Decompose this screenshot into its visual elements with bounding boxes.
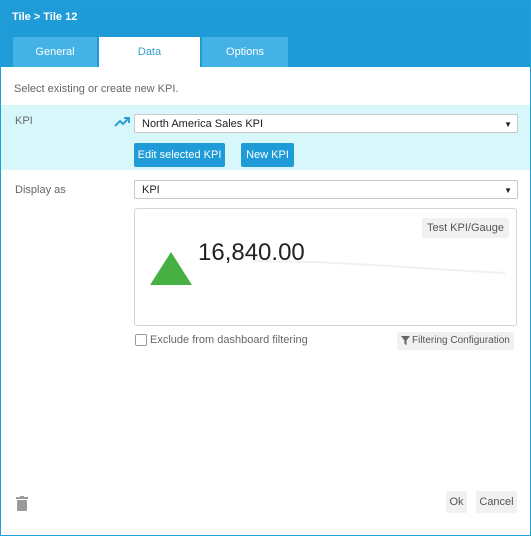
kpi-preview: Test KPI/Gauge 16,840.00 [134, 208, 517, 326]
trend-up-icon [114, 117, 130, 127]
exclude-filtering-label: Exclude from dashboard filtering [150, 334, 308, 346]
chevron-down-icon: ▼ [504, 120, 512, 129]
filtering-configuration-label: Filtering Configuration [412, 335, 510, 346]
dialog-title: Tile > Tile 12 [12, 11, 78, 23]
display-as-select-value: KPI [142, 184, 160, 196]
trash-icon[interactable] [16, 496, 28, 511]
trend-up-triangle-icon [150, 252, 192, 285]
tab-bar: General Data Options [13, 37, 290, 67]
test-kpi-gauge-button[interactable]: Test KPI/Gauge [421, 218, 509, 238]
filter-icon [401, 335, 410, 345]
tab-options[interactable]: Options [202, 37, 288, 67]
intro-text: Select existing or create new KPI. [14, 83, 179, 95]
kpi-select[interactable]: North America Sales KPI ▼ [134, 114, 518, 133]
sparkline [255, 260, 505, 274]
display-as-select[interactable]: KPI ▼ [134, 180, 518, 199]
cancel-button[interactable]: Cancel [476, 491, 517, 513]
tab-data[interactable]: Data [99, 37, 200, 67]
display-as-label: Display as [15, 184, 66, 196]
kpi-tile-dialog: Tile > Tile 12 General Data Options Sele… [0, 0, 531, 536]
ok-button[interactable]: Ok [446, 491, 467, 513]
kpi-select-value: North America Sales KPI [142, 118, 264, 130]
dialog-header: Tile > Tile 12 General Data Options [1, 1, 530, 67]
kpi-label: KPI [15, 115, 33, 127]
exclude-filtering-checkbox[interactable] [135, 334, 147, 346]
tab-general[interactable]: General [13, 37, 97, 67]
filtering-configuration-button[interactable]: Filtering Configuration [397, 332, 514, 350]
chevron-down-icon: ▼ [504, 186, 512, 195]
new-kpi-button[interactable]: New KPI [241, 143, 294, 167]
edit-selected-kpi-button[interactable]: Edit selected KPI [134, 143, 225, 167]
